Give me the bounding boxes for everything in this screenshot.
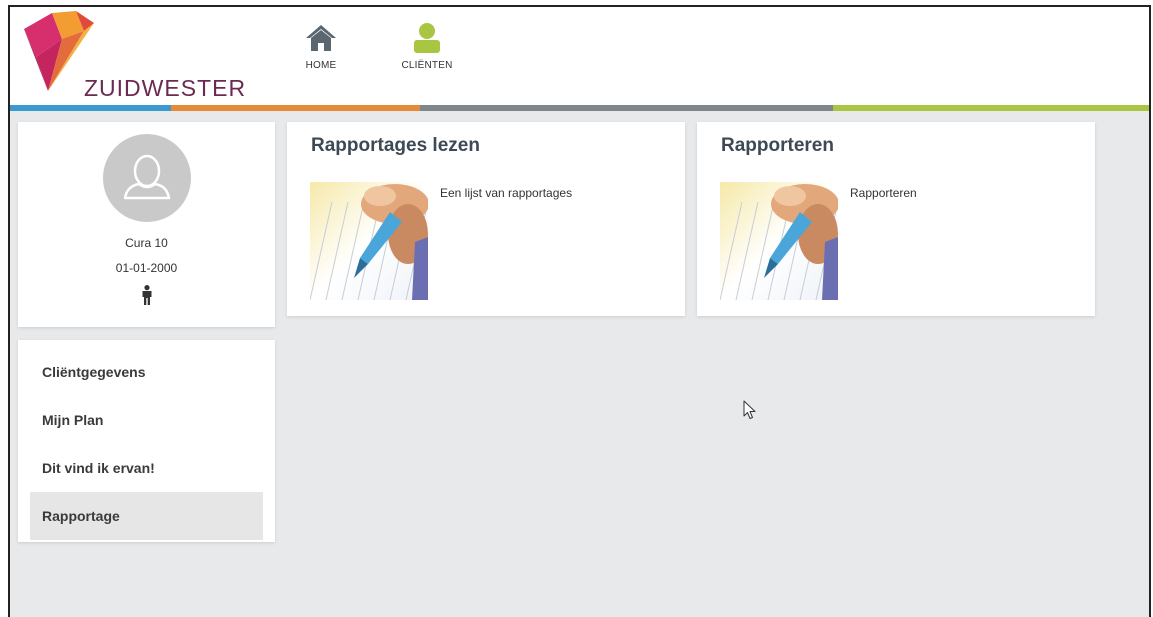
menu-item-clientgegevens[interactable]: Cliëntgegevens [30,348,263,396]
tile-rapportages-lezen[interactable]: Rapportages lezen Een lijst van rapporta… [287,122,685,316]
nav-home[interactable]: HOME [286,23,356,71]
menu-item-mijn-plan[interactable]: Mijn Plan [30,396,263,444]
tile-description: Rapporteren [850,186,917,200]
pen-writing-image [720,182,838,300]
client-name: Cura 10 [125,236,168,250]
tile-rapporteren[interactable]: Rapporteren Rapporteren [697,122,1095,316]
menu-item-dit-vind-ik-ervan[interactable]: Dit vind ik ervan! [30,444,263,492]
nav-clienten[interactable]: CLIËNTEN [392,23,462,71]
tile-description: Een lijst van rapportages [440,186,573,200]
color-divider-bar [10,105,1149,111]
client-profile-card: Cura 10 01-01-2000 [18,122,275,327]
zuidwester-logo[interactable]: ZUIDWESTER [22,9,245,103]
avatar [102,134,191,222]
nav-clienten-label: CLIËNTEN [401,60,453,71]
client-birthdate: 01-01-2000 [115,261,178,275]
tile-title: Rapportages lezen [311,135,480,156]
menu-item-rapportage[interactable]: Rapportage [30,492,263,540]
top-header: ZUIDWESTER HOME CLIËNTEN [10,7,1149,105]
tile-title: Rapporteren [721,135,834,156]
male-person-icon [18,285,275,310]
pen-writing-image [310,182,428,300]
brand-name: ZUIDWESTER [84,75,247,101]
client-menu: Cliëntgegevens Mijn Plan Dit vind ik erv… [18,340,275,542]
user-avatar-icon [123,154,170,200]
client-user-icon [414,23,440,53]
nav-home-label: HOME [305,60,337,71]
mouse-cursor-icon [743,400,757,425]
app-window: ZUIDWESTER HOME CLIËNTEN Cura 10 01-01-2… [8,5,1151,617]
home-icon [306,25,336,51]
